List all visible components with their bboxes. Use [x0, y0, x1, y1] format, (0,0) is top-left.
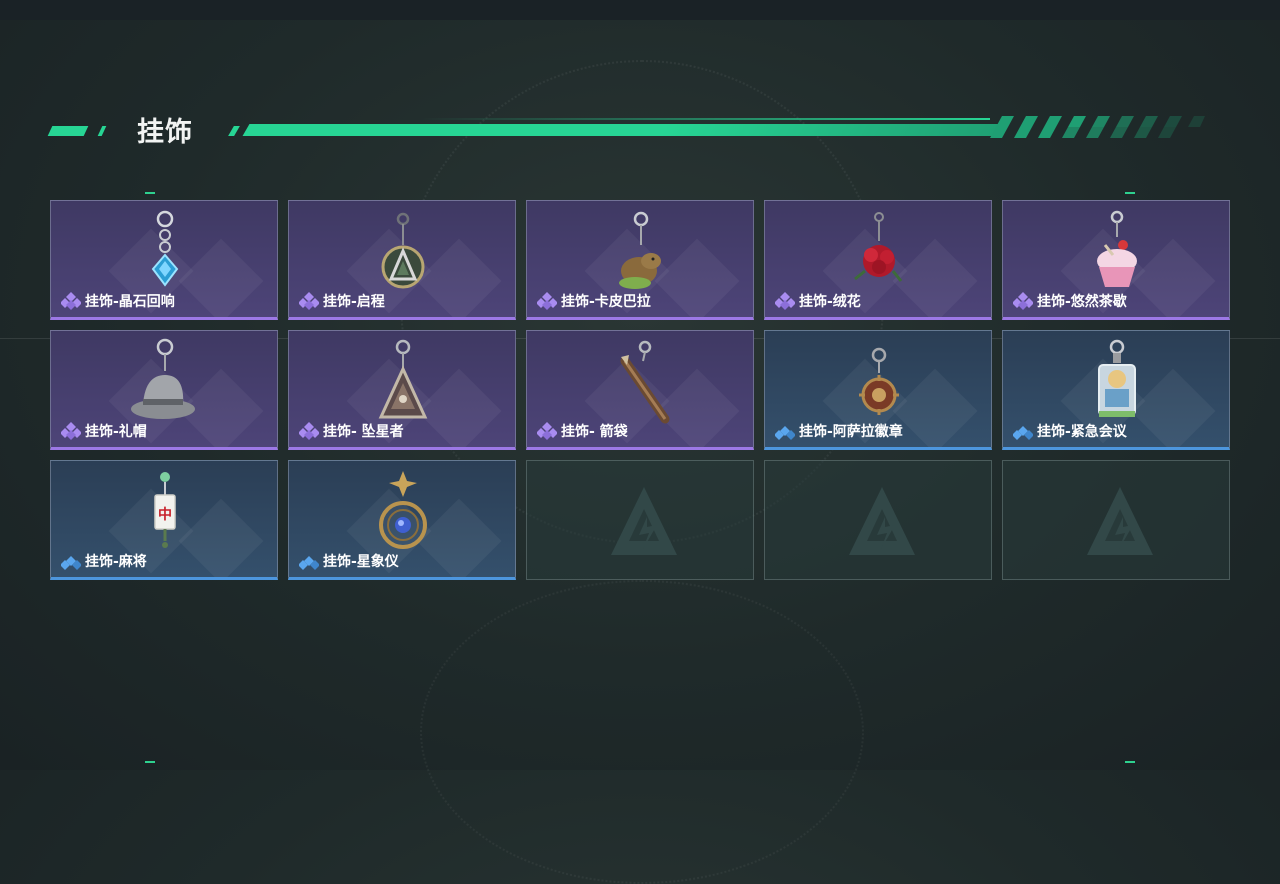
charm-name: 挂饰- 坠星者 [323, 424, 404, 440]
empty-slot [526, 460, 754, 580]
triangle-pendant-icon [378, 339, 428, 419]
epic-rarity-icon [299, 292, 319, 310]
astrolabe-icon [379, 471, 427, 549]
charm-label: 挂饰-晶石回响 [61, 291, 175, 311]
top-bar [0, 0, 1280, 20]
header-thin-line [420, 118, 990, 120]
charm-card[interactable]: 挂饰-启程 [288, 200, 516, 320]
charm-name: 挂饰-卡皮巴拉 [561, 294, 651, 310]
charm-name: 挂饰-礼帽 [85, 424, 147, 440]
rare-rarity-icon [61, 556, 81, 570]
charm-name: 挂饰-麻将 [85, 554, 147, 570]
charm-label: 挂饰-启程 [299, 291, 385, 311]
charm-card[interactable]: 挂饰-绒花 [764, 200, 992, 320]
epic-rarity-icon [1013, 292, 1033, 310]
header-accent-tick [97, 126, 107, 136]
epic-rarity-icon [537, 422, 557, 440]
page-title: 挂饰 [137, 117, 193, 148]
cupcake-charm-icon [1097, 210, 1137, 287]
charm-card[interactable]: 挂饰-悠然茶歇 [1002, 200, 1230, 320]
epic-rarity-icon [61, 422, 81, 440]
charm-label: 挂饰-紧急会议 [1013, 421, 1127, 441]
mahjong-tile-icon: 中 [154, 472, 176, 548]
corner-mark [1125, 761, 1135, 763]
epic-rarity-icon [61, 292, 81, 310]
compass-medallion-icon [381, 212, 425, 289]
charm-card[interactable]: 挂饰-卡皮巴拉 [526, 200, 754, 320]
epic-rarity-icon [775, 292, 795, 310]
charm-label: 挂饰- 坠星者 [299, 421, 404, 441]
charm-card[interactable]: 中 挂饰-麻将 [50, 460, 278, 580]
charm-label: 挂饰-悠然茶歇 [1013, 291, 1127, 311]
quiver-charm-icon [620, 340, 670, 424]
corner-mark [1125, 192, 1135, 194]
charm-label: 挂饰-星象仪 [299, 551, 399, 571]
header-checker-pattern [990, 116, 1205, 138]
header-accent-tick [228, 126, 240, 136]
corner-mark [145, 192, 155, 194]
figure-acrylic-icon [1098, 339, 1136, 417]
charm-card[interactable]: 挂饰- 坠星者 [288, 330, 516, 450]
charm-label: 挂饰-卡皮巴拉 [537, 291, 651, 311]
charm-name: 挂饰-晶石回响 [85, 294, 175, 310]
charm-name: 挂饰-启程 [323, 294, 385, 310]
charm-label: 挂饰-礼帽 [61, 421, 147, 441]
epic-rarity-icon [537, 292, 557, 310]
epic-rarity-icon [299, 422, 319, 440]
charm-name: 挂饰-悠然茶歇 [1037, 294, 1127, 310]
charm-card[interactable]: 挂饰-阿萨拉徽章 [764, 330, 992, 450]
rare-rarity-icon [299, 556, 319, 570]
fedora-hat-icon [131, 338, 195, 419]
empty-slot [764, 460, 992, 580]
charm-card[interactable]: 挂饰-紧急会议 [1002, 330, 1230, 450]
charm-name: 挂饰-绒花 [799, 294, 861, 310]
badge-medallion-icon [859, 347, 899, 415]
charm-card[interactable]: 挂饰-礼帽 [50, 330, 278, 450]
charm-card[interactable]: 挂饰-星象仪 [288, 460, 516, 580]
charm-label: 挂饰- 箭袋 [537, 421, 628, 441]
red-flower-charm-icon [854, 212, 903, 282]
charm-name: 挂饰-阿萨拉徽章 [799, 424, 903, 440]
header-accent-bar [47, 126, 89, 136]
rare-rarity-icon [775, 426, 795, 440]
placeholder-logo-icon [611, 487, 677, 555]
header-progress-bar [242, 124, 1010, 136]
svg-text:中: 中 [158, 506, 172, 523]
charm-name: 挂饰-星象仪 [323, 554, 399, 570]
rare-rarity-icon [1013, 426, 1033, 440]
background-decor-ring-lower [420, 580, 864, 884]
placeholder-logo-icon [1087, 487, 1153, 555]
capybara-charm-icon [619, 211, 661, 289]
empty-slot [1002, 460, 1230, 580]
charm-card[interactable]: 挂饰-晶石回响 [50, 200, 278, 320]
crystal-charm-icon [151, 210, 179, 287]
charm-name: 挂饰-紧急会议 [1037, 424, 1127, 440]
charm-label: 挂饰-绒花 [775, 291, 861, 311]
charm-label: 挂饰-麻将 [61, 551, 147, 571]
charm-name: 挂饰- 箭袋 [561, 424, 628, 440]
charm-grid: 挂饰-晶石回响 挂饰-启程 挂饰-卡皮巴拉 挂饰-绒花 挂饰-悠然茶歇 挂饰-礼… [50, 200, 1230, 580]
corner-mark [145, 761, 155, 763]
charm-label: 挂饰-阿萨拉徽章 [775, 421, 903, 441]
placeholder-logo-icon [849, 487, 915, 555]
charm-card[interactable]: 挂饰- 箭袋 [526, 330, 754, 450]
